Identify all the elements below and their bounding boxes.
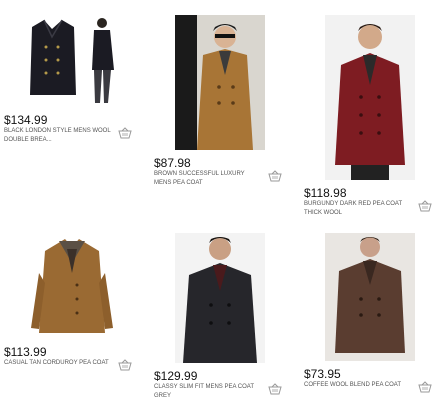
shopping-basket-icon[interactable] — [418, 381, 432, 393]
product-name[interactable]: BLACK LONDON STYLE MENS WOOL DOUBLE BREA… — [4, 127, 112, 145]
product-price: $118.98 — [304, 186, 347, 200]
shopping-basket-icon[interactable] — [118, 127, 132, 139]
product-price: $129.99 — [154, 369, 198, 383]
product-name[interactable]: CLASSY SLIM FIT MENS PEA COAT GREY — [154, 383, 262, 401]
product-name[interactable]: BURGUNDY DARK RED PEA COAT THICK WOOL — [304, 200, 410, 218]
product-image[interactable] — [325, 15, 415, 180]
product-image[interactable] — [175, 15, 265, 150]
shopping-basket-icon[interactable] — [418, 200, 432, 212]
product-price: $87.98 — [154, 156, 191, 170]
product-image[interactable] — [175, 233, 265, 363]
shopping-basket-icon[interactable] — [268, 170, 282, 182]
product-name[interactable]: BROWN SUCCESSFUL LUXURY MENS PEA COAT — [154, 170, 262, 188]
product-name[interactable]: COFFEE WOOL BLEND PEA COAT — [304, 381, 410, 390]
product-name[interactable]: CASUAL TAN CORDUROY PEA COAT — [4, 359, 112, 368]
product-price: $73.95 — [304, 367, 341, 381]
shopping-basket-icon[interactable] — [118, 359, 132, 371]
product-price: $134.99 — [4, 113, 48, 127]
product-price: $113.99 — [4, 345, 47, 359]
product-image[interactable] — [25, 233, 120, 338]
product-image[interactable] — [22, 15, 122, 107]
shopping-basket-icon[interactable] — [268, 383, 282, 395]
product-image[interactable] — [325, 233, 415, 361]
